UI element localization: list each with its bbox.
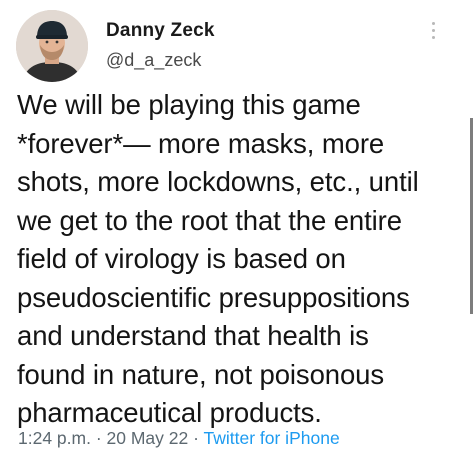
avatar[interactable] <box>16 10 88 82</box>
more-vertical-icon[interactable] <box>428 22 438 46</box>
display-name[interactable]: Danny Zeck <box>106 20 215 42</box>
tweet-text: We will be playing this game *forever*— … <box>17 89 419 428</box>
tweet-source-link[interactable]: Twitter for iPhone <box>204 428 340 448</box>
meta-separator: · <box>188 428 204 448</box>
scrollbar-edge <box>470 118 473 314</box>
tweet-card: Danny Zeck @d_a_zeck We will be playing … <box>0 0 474 474</box>
tweet-date[interactable]: 20 May 22 <box>107 428 189 448</box>
tweet-meta: 1:24 p.m. · 20 May 22 · Twitter for iPho… <box>18 428 340 449</box>
profile-photo-icon <box>16 10 88 82</box>
user-handle[interactable]: @d_a_zeck <box>106 50 201 71</box>
meta-separator: · <box>90 428 107 448</box>
tweet-time[interactable]: 1:24 p.m. <box>18 428 91 448</box>
